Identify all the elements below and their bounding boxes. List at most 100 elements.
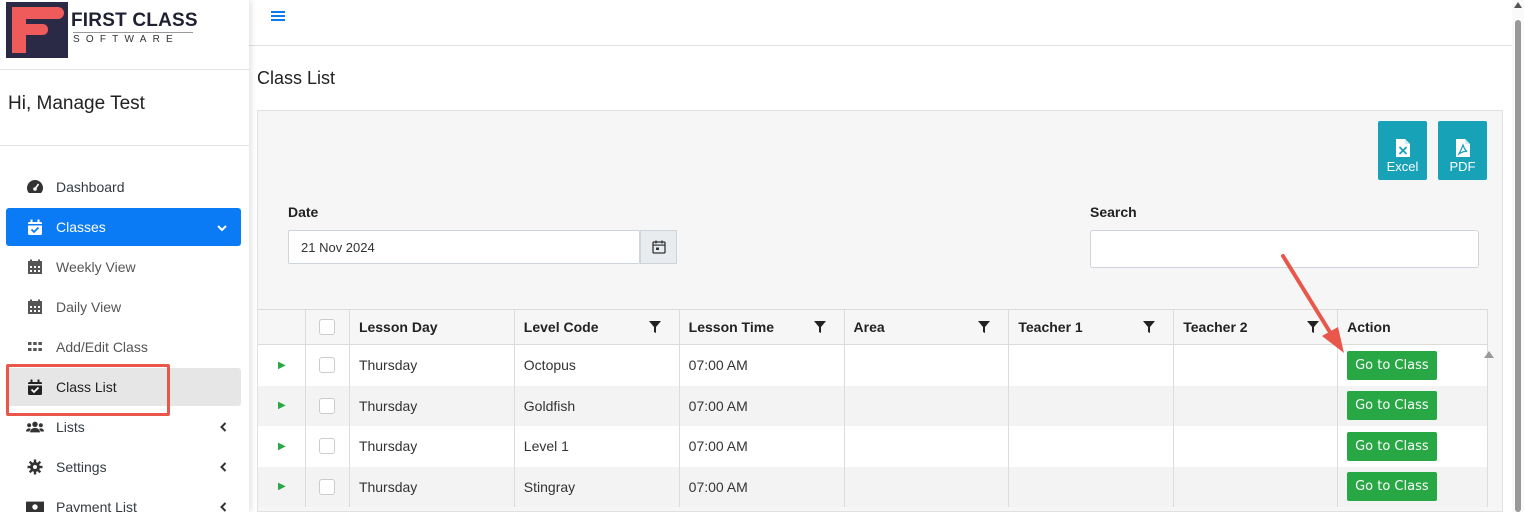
column-header-teacher-2[interactable]: Teacher 2 <box>1174 310 1339 344</box>
scrollbar-thumb[interactable] <box>1515 20 1521 512</box>
calendar-check-icon <box>26 378 44 396</box>
column-header-area[interactable]: Area <box>845 310 1010 344</box>
pdf-button-label: PDF <box>1449 159 1476 174</box>
page-scrollbar[interactable] <box>1512 0 1524 512</box>
search-input[interactable] <box>1090 230 1479 268</box>
expand-row-icon[interactable]: ▶ <box>278 360 286 371</box>
row-checkbox[interactable] <box>318 438 335 455</box>
area-cell <box>845 426 1010 467</box>
expand-row-icon[interactable]: ▶ <box>278 400 286 411</box>
row-select-cell <box>306 385 350 426</box>
row-expander[interactable]: ▶ <box>258 385 306 426</box>
sidebar-item-label: Settings <box>56 459 107 475</box>
sidebar: FIRST CLASS SOFTWARE Hi, Manage Test Das… <box>0 0 249 512</box>
go-to-class-button[interactable]: Go to Class <box>1347 431 1437 461</box>
teacher-2-cell <box>1174 426 1339 467</box>
lesson-time-cell: 07:00 AM <box>680 426 845 467</box>
teacher-1-cell <box>1009 385 1175 426</box>
date-picker-button[interactable] <box>640 230 677 264</box>
sidebar-item-class-list[interactable]: Class List <box>6 368 241 406</box>
sidebar-item-weekly-view[interactable]: Weekly View <box>6 248 241 286</box>
excel-export-button[interactable]: Excel <box>1378 121 1427 180</box>
sidebar-item-label: Daily View <box>56 299 122 315</box>
go-to-class-button[interactable]: Go to Class <box>1347 472 1437 502</box>
sidebar-item-daily-view[interactable]: Daily View <box>6 288 241 326</box>
grid-dots-icon <box>26 338 44 356</box>
table-row[interactable]: ▶ Thursday Goldfish 07:00 AM Go to Class <box>258 385 1488 426</box>
teacher-1-cell <box>1009 466 1175 507</box>
teacher-2-cell <box>1174 385 1339 426</box>
sidebar-item-dashboard[interactable]: Dashboard <box>6 168 241 206</box>
sidebar-item-label: Weekly View <box>56 259 136 275</box>
filter-icon[interactable] <box>648 321 661 333</box>
column-header-action: Action <box>1338 310 1488 344</box>
table-row[interactable]: ▶ Thursday Level 1 07:00 AM Go to Class <box>258 426 1488 467</box>
chevron-left-icon <box>220 500 227 512</box>
brand-tagline: SOFTWARE <box>73 32 193 45</box>
row-expander[interactable]: ▶ <box>258 466 306 507</box>
teacher-2-cell <box>1174 466 1339 507</box>
lesson-time-cell: 07:00 AM <box>680 345 845 386</box>
go-to-class-button[interactable]: Go to Class <box>1347 350 1437 380</box>
row-expander[interactable]: ▶ <box>258 345 306 386</box>
lesson-day-cell: Thursday <box>350 345 515 386</box>
hamburger-menu-icon[interactable] <box>271 6 285 27</box>
sidebar-item-payment-list[interactable]: Payment List <box>6 488 241 512</box>
pdf-export-button[interactable]: PDF <box>1438 121 1487 180</box>
table-scroll-up-icon[interactable] <box>1484 351 1494 358</box>
expand-row-icon[interactable]: ▶ <box>278 481 286 492</box>
chevron-down-icon <box>217 220 227 235</box>
users-icon <box>26 418 44 436</box>
sidebar-item-add-edit-class[interactable]: Add/Edit Class <box>6 328 241 366</box>
go-to-class-button[interactable]: Go to Class <box>1347 391 1437 421</box>
lesson-time-cell: 07:00 AM <box>680 466 845 507</box>
top-navbar <box>249 0 1512 46</box>
expand-row-icon[interactable]: ▶ <box>278 441 286 452</box>
row-checkbox[interactable] <box>318 397 335 414</box>
row-expander[interactable]: ▶ <box>258 426 306 467</box>
select-all-checkbox[interactable] <box>318 319 335 335</box>
sidebar-item-label: Dashboard <box>56 179 125 195</box>
action-cell: Go to Class <box>1338 426 1488 467</box>
sidebar-item-lists[interactable]: Lists <box>6 408 241 446</box>
brand-header: FIRST CLASS SOFTWARE <box>0 0 249 70</box>
sidebar-item-classes[interactable]: Classes <box>6 208 241 246</box>
filter-icon[interactable] <box>1307 321 1320 333</box>
teacher-1-cell <box>1009 426 1175 467</box>
brand-name: FIRST CLASS <box>71 10 198 31</box>
column-header-label: Lesson Time <box>688 319 774 335</box>
sidebar-nav: Dashboard Classes Weekly View Daily View <box>0 146 249 512</box>
level-code-cell: Goldfish <box>515 385 680 426</box>
column-header-teacher-1[interactable]: Teacher 1 <box>1009 310 1175 344</box>
sidebar-item-label: Class List <box>56 379 117 395</box>
calendar-icon <box>651 240 666 254</box>
class-list-table: Lesson Day Level Code Lesson Time Area T… <box>258 309 1488 507</box>
filter-icon[interactable] <box>978 321 991 333</box>
sidebar-item-label: Lists <box>56 419 85 435</box>
chevron-left-icon <box>220 420 227 435</box>
table-row[interactable]: ▶ Thursday Stingray 07:00 AM Go to Class <box>258 466 1488 507</box>
column-header-level-code[interactable]: Level Code <box>515 310 680 344</box>
sidebar-item-settings[interactable]: Settings <box>6 448 241 486</box>
table-row[interactable]: ▶ Thursday Octopus 07:00 AM Go to Class <box>258 345 1488 386</box>
filter-icon[interactable] <box>1143 321 1156 333</box>
row-checkbox[interactable] <box>318 357 335 374</box>
column-header-lesson-day[interactable]: Lesson Day <box>350 310 515 344</box>
filter-icon[interactable] <box>813 321 826 333</box>
level-code-cell: Level 1 <box>515 426 680 467</box>
file-pdf-icon <box>1455 139 1470 157</box>
excel-button-label: Excel <box>1386 159 1419 174</box>
row-select-cell <box>306 345 350 386</box>
row-select-cell <box>306 466 350 507</box>
scroll-up-icon[interactable] <box>1514 2 1522 8</box>
teacher-1-cell <box>1009 345 1175 386</box>
money-icon <box>26 498 44 512</box>
company-logo[interactable] <box>6 2 68 58</box>
action-cell: Go to Class <box>1338 466 1488 507</box>
row-checkbox[interactable] <box>318 478 335 495</box>
calendar-check-icon <box>26 218 44 236</box>
column-header-lesson-time[interactable]: Lesson Time <box>680 310 845 344</box>
date-input[interactable]: 21 Nov 2024 <box>288 230 640 264</box>
action-cell: Go to Class <box>1338 385 1488 426</box>
sidebar-item-label: Classes <box>56 219 106 235</box>
